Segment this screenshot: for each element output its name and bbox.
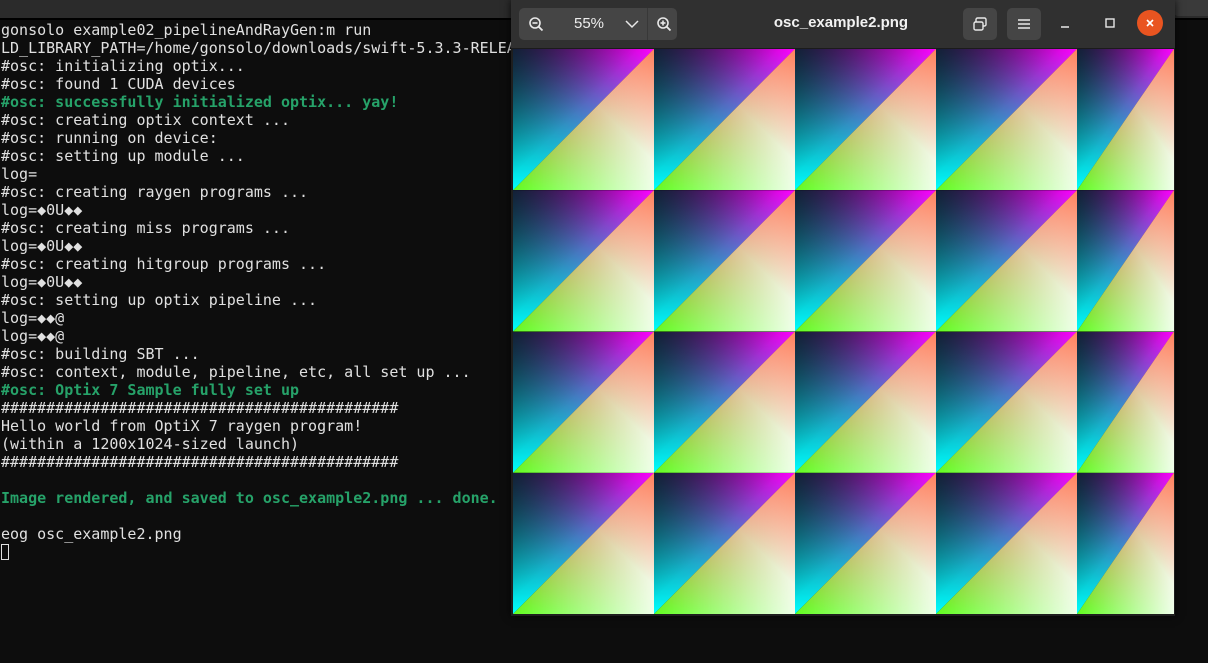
chevron-down-icon: [625, 20, 639, 29]
terminal-line: #osc: setting up optix pipeline ...: [1, 291, 318, 309]
terminal-line: ########################################…: [1, 399, 399, 417]
terminal-prompt-line: [1, 543, 516, 561]
terminal-line: (within a 1200x1024-sized launch): [1, 435, 300, 453]
viewer-headerbar: 55% osc_example2.png: [511, 0, 1175, 49]
terminal-line: #osc: running on device:: [1, 129, 218, 147]
terminal-line: #osc: creating optix context ...: [1, 111, 290, 129]
zoom-dropdown-button[interactable]: [617, 8, 647, 40]
terminal-line: eog osc_example2.png: [1, 525, 182, 543]
terminal-line: Image rendered, and saved to osc_example…: [1, 489, 498, 507]
zoom-in-button[interactable]: [647, 8, 680, 40]
terminal-line: log=◆◆@: [1, 309, 65, 327]
image-tile: [936, 190, 1077, 332]
image-tile: [1077, 190, 1174, 332]
rendered-image[interactable]: [513, 49, 1174, 614]
terminal-line: #osc: context, module, pipeline, etc, al…: [1, 363, 471, 381]
image-tile: [513, 190, 654, 332]
minimize-button[interactable]: [1052, 10, 1078, 36]
image-tile: [1077, 49, 1174, 191]
terminal-line: log=◆0U◆◆: [1, 237, 83, 255]
image-tile: [936, 472, 1077, 614]
terminal-line: log=◆0U◆◆: [1, 273, 83, 291]
image-tile: [654, 190, 795, 332]
terminal-line: #osc: building SBT ...: [1, 345, 200, 363]
image-tile: [795, 49, 936, 191]
zoom-in-icon: [657, 17, 672, 32]
terminal-line: log=: [1, 165, 38, 183]
zoom-out-icon: [529, 17, 544, 32]
image-tile: [654, 472, 795, 614]
window-title: osc_example2.png: [773, 14, 909, 31]
image-tile: [1077, 331, 1174, 473]
terminal-line: #osc: creating hitgroup programs ...: [1, 255, 327, 273]
terminal-line: log=◆◆@: [1, 327, 65, 345]
maximize-button[interactable]: [1097, 10, 1123, 36]
image-tile: [795, 472, 936, 614]
terminal-window-control[interactable]: [1174, 0, 1208, 16]
zoom-level-label[interactable]: 55%: [559, 8, 619, 40]
minimize-icon: [1061, 26, 1069, 28]
terminal-line: LD_LIBRARY_PATH=/home/gonsolo/downloads/…: [1, 39, 516, 57]
image-tile: [513, 331, 654, 473]
zoom-control: 55%: [519, 8, 677, 40]
zoom-out-button[interactable]: [519, 8, 553, 40]
image-tile: [654, 331, 795, 473]
gallery-button[interactable]: [963, 8, 997, 40]
terminal-line: #osc: Optix 7 Sample fully set up: [1, 381, 300, 399]
terminal-line: #osc: setting up module ...: [1, 147, 245, 165]
terminal-line: gonsolo example02_pipelineAndRayGen:m ru…: [1, 21, 372, 39]
image-tile: [1077, 472, 1174, 614]
gallery-icon: [973, 17, 987, 31]
terminal-line: ########################################…: [1, 453, 399, 471]
image-tile: [936, 49, 1077, 191]
image-tile: [795, 331, 936, 473]
terminal-line: #osc: initializing optix...: [1, 57, 245, 75]
terminal-line: log=◆0U◆◆: [1, 201, 83, 219]
terminal-cursor: [1, 544, 9, 560]
image-tile: [936, 331, 1077, 473]
hamburger-menu-icon: [1018, 19, 1030, 29]
main-menu-button[interactable]: [1007, 8, 1041, 40]
image-tile: [513, 472, 654, 614]
terminal-line: Hello world from OptiX 7 raygen program!: [1, 417, 363, 435]
image-viewer-window: 55% osc_example2.png: [511, 0, 1175, 616]
image-tile: [795, 190, 936, 332]
close-button[interactable]: [1137, 10, 1163, 36]
image-tile: [513, 49, 654, 191]
close-icon: [1146, 19, 1154, 27]
terminal-line: #osc: creating raygen programs ...: [1, 183, 309, 201]
image-tile: [654, 49, 795, 191]
terminal-output: gonsolo example02_pipelineAndRayGen:m ru…: [1, 21, 516, 561]
terminal-line: #osc: found 1 CUDA devices: [1, 75, 236, 93]
maximize-icon: [1105, 18, 1115, 28]
terminal-line: #osc: successfully initialized optix... …: [1, 93, 399, 111]
terminal-line: #osc: creating miss programs ...: [1, 219, 290, 237]
